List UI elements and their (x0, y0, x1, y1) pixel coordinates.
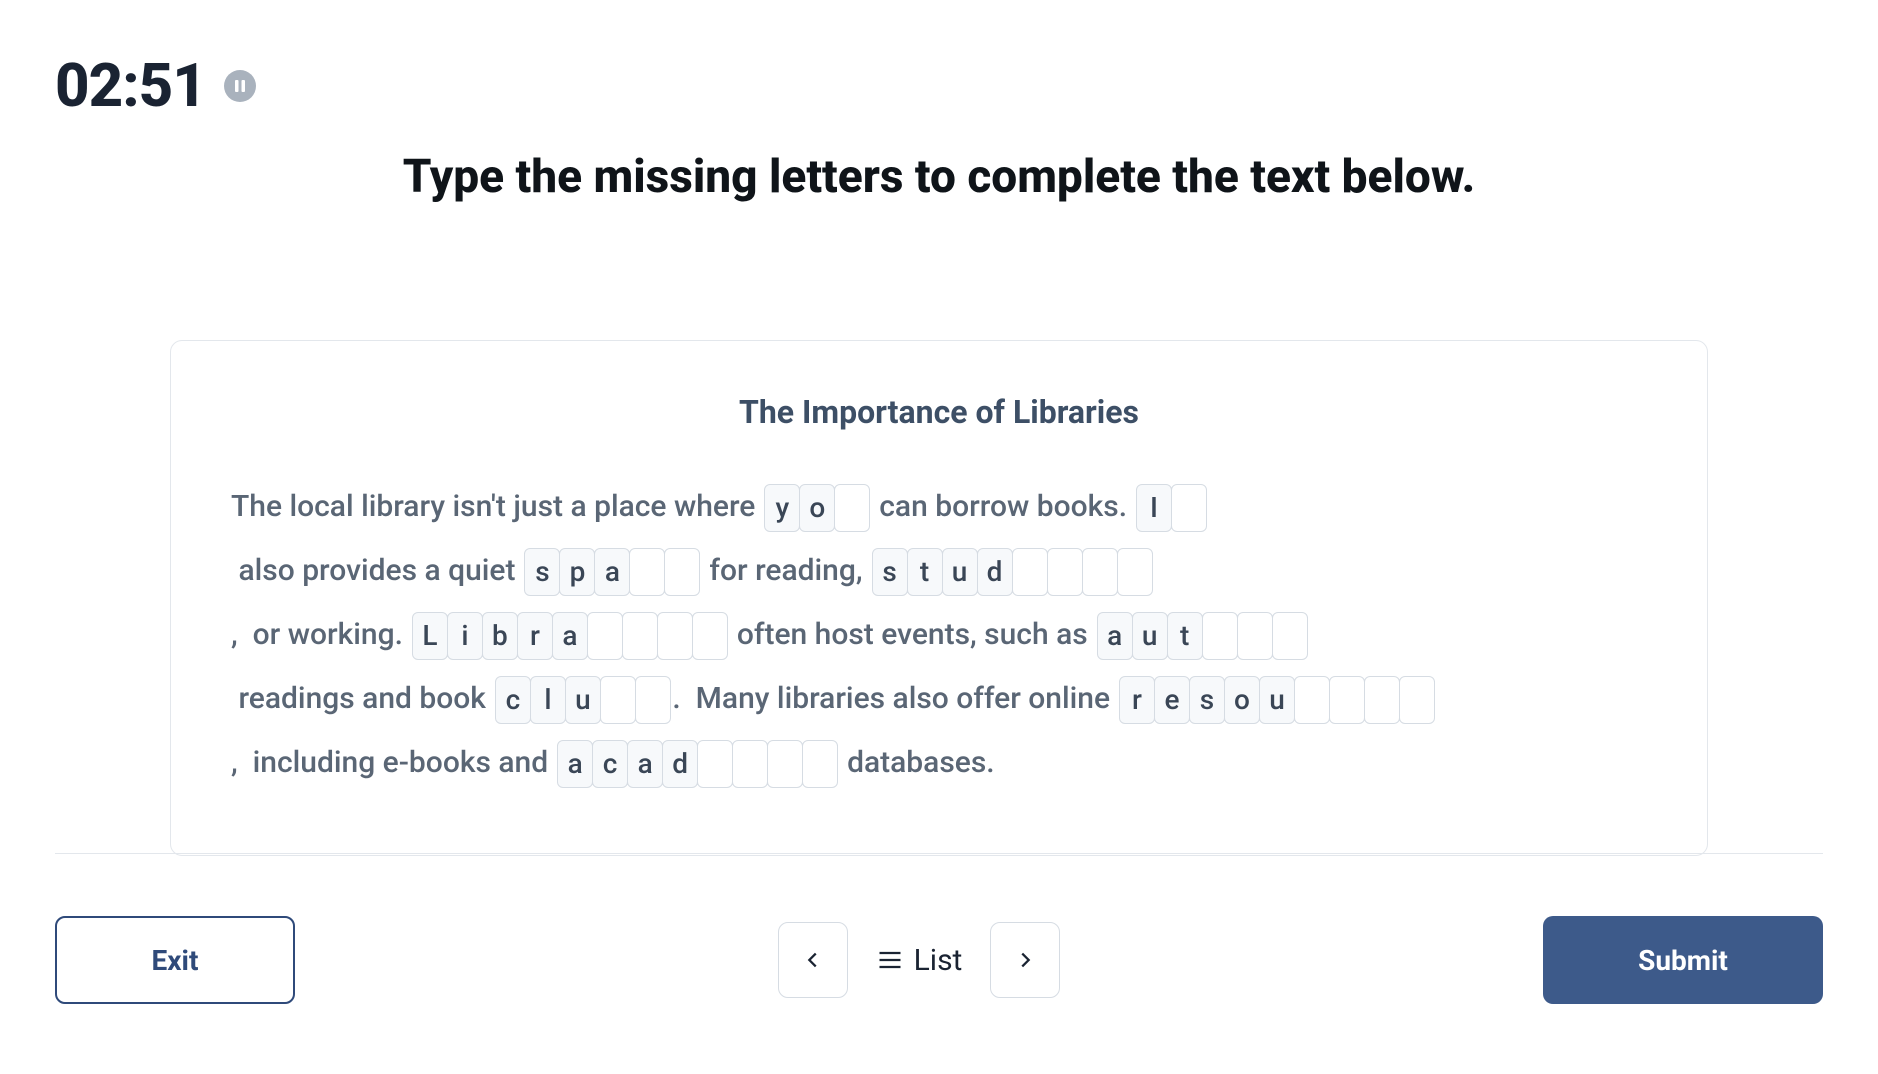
letter-box-empty[interactable] (1012, 548, 1048, 596)
list-label: List (914, 943, 963, 978)
letter-box-filled[interactable]: a (552, 612, 588, 660)
letter-box-empty[interactable] (834, 484, 870, 532)
letter-box-empty[interactable] (1047, 548, 1083, 596)
letter-box-empty[interactable] (692, 612, 728, 660)
letter-box-empty[interactable] (1294, 676, 1330, 724)
letter-box-empty[interactable] (802, 740, 838, 788)
letter-box-filled[interactable]: a (627, 740, 663, 788)
letter-box-empty[interactable] (1329, 676, 1365, 724)
letter-box-empty[interactable] (1202, 612, 1238, 660)
letter-box-filled[interactable]: r (517, 612, 553, 660)
letter-box-empty[interactable] (1171, 484, 1207, 532)
nav-group: List (778, 922, 1061, 998)
letter-box-empty[interactable] (697, 740, 733, 788)
passage-text: for reading, (702, 553, 870, 588)
footer-separator (55, 853, 1823, 854)
passage-text: also provides a quiet (231, 553, 523, 588)
passage-body: The local library isn't just a place whe… (231, 475, 1647, 795)
exercise-card: The Importance of Libraries The local li… (170, 340, 1708, 856)
passage-text: , or working. (231, 617, 410, 652)
letter-box-filled[interactable]: s (872, 548, 908, 596)
letter-box-filled[interactable]: p (559, 548, 595, 596)
chevron-left-icon (802, 949, 824, 971)
letter-box-filled[interactable]: t (1167, 612, 1203, 660)
letter-box-empty[interactable] (767, 740, 803, 788)
letter-box-empty[interactable] (664, 548, 700, 596)
submit-button[interactable]: Submit (1543, 916, 1823, 1004)
passage-text: often host events, such as (729, 617, 1095, 652)
blank-it[interactable]: I (1137, 484, 1207, 532)
timer-display: 02:51 (55, 50, 206, 121)
letter-box-filled[interactable]: e (1154, 676, 1190, 724)
letter-box-filled[interactable]: y (764, 484, 800, 532)
letter-box-filled[interactable]: L (412, 612, 448, 660)
letter-box-empty[interactable] (1272, 612, 1308, 660)
letter-box-empty[interactable] (1082, 548, 1118, 596)
prev-button[interactable] (778, 922, 848, 998)
exit-button[interactable]: Exit (55, 916, 295, 1004)
blank-author[interactable]: aut (1097, 612, 1307, 660)
list-icon (876, 946, 904, 974)
blank-libraries[interactable]: Libra (412, 612, 727, 660)
letter-box-empty[interactable] (1399, 676, 1435, 724)
letter-box-empty[interactable] (1237, 612, 1273, 660)
letter-box-filled[interactable]: i (447, 612, 483, 660)
letter-box-filled[interactable]: a (1097, 612, 1133, 660)
pause-icon (233, 79, 247, 93)
blank-resources[interactable]: resou (1120, 676, 1435, 724)
letter-box-filled[interactable]: b (482, 612, 518, 660)
pause-button[interactable] (224, 70, 256, 102)
letter-box-empty[interactable] (629, 548, 665, 596)
letter-box-empty[interactable] (732, 740, 768, 788)
letter-box-filled[interactable]: u (565, 676, 601, 724)
letter-box-empty[interactable] (622, 612, 658, 660)
passage-text: can borrow books. (872, 489, 1135, 524)
blank-studying[interactable]: stud (872, 548, 1152, 596)
letter-box-filled[interactable]: a (594, 548, 630, 596)
letter-box-filled[interactable]: r (1119, 676, 1155, 724)
blank-academic[interactable]: acad (558, 740, 838, 788)
blank-you[interactable]: yo (765, 484, 870, 532)
letter-box-empty[interactable] (1117, 548, 1153, 596)
instruction-text: Type the missing letters to complete the… (403, 150, 1476, 204)
letter-box-empty[interactable] (1364, 676, 1400, 724)
letter-box-empty[interactable] (600, 676, 636, 724)
letter-box-filled[interactable]: o (799, 484, 835, 532)
letter-box-filled[interactable]: o (1224, 676, 1260, 724)
letter-box-filled[interactable]: s (524, 548, 560, 596)
passage-text: readings and book (231, 681, 493, 716)
list-button[interactable]: List (866, 943, 973, 978)
letter-box-empty[interactable] (657, 612, 693, 660)
passage-text: The local library isn't just a place whe… (231, 489, 763, 524)
letter-box-filled[interactable]: a (557, 740, 593, 788)
letter-box-filled[interactable]: c (592, 740, 628, 788)
letter-box-filled[interactable]: t (907, 548, 943, 596)
letter-box-filled[interactable]: s (1189, 676, 1225, 724)
letter-box-filled[interactable]: d (977, 548, 1013, 596)
letter-box-filled[interactable]: u (942, 548, 978, 596)
letter-box-filled[interactable]: u (1132, 612, 1168, 660)
passage-text: . Many libraries also offer online (672, 681, 1117, 716)
footer-bar: Exit List Submit (55, 916, 1823, 1004)
chevron-right-icon (1014, 949, 1036, 971)
letter-box-filled[interactable]: l (530, 676, 566, 724)
letter-box-filled[interactable]: I (1136, 484, 1172, 532)
timer-row: 02:51 (55, 50, 256, 121)
passage-title: The Importance of Libraries (231, 393, 1647, 431)
letter-box-filled[interactable]: u (1259, 676, 1295, 724)
letter-box-filled[interactable]: d (662, 740, 698, 788)
blank-space[interactable]: spa (525, 548, 700, 596)
letter-box-filled[interactable]: c (495, 676, 531, 724)
letter-box-empty[interactable] (635, 676, 671, 724)
blank-clubs[interactable]: clu (495, 676, 670, 724)
passage-text: databases. (840, 745, 995, 780)
letter-box-empty[interactable] (587, 612, 623, 660)
passage-text: , including e-books and (231, 745, 556, 780)
next-button[interactable] (990, 922, 1060, 998)
